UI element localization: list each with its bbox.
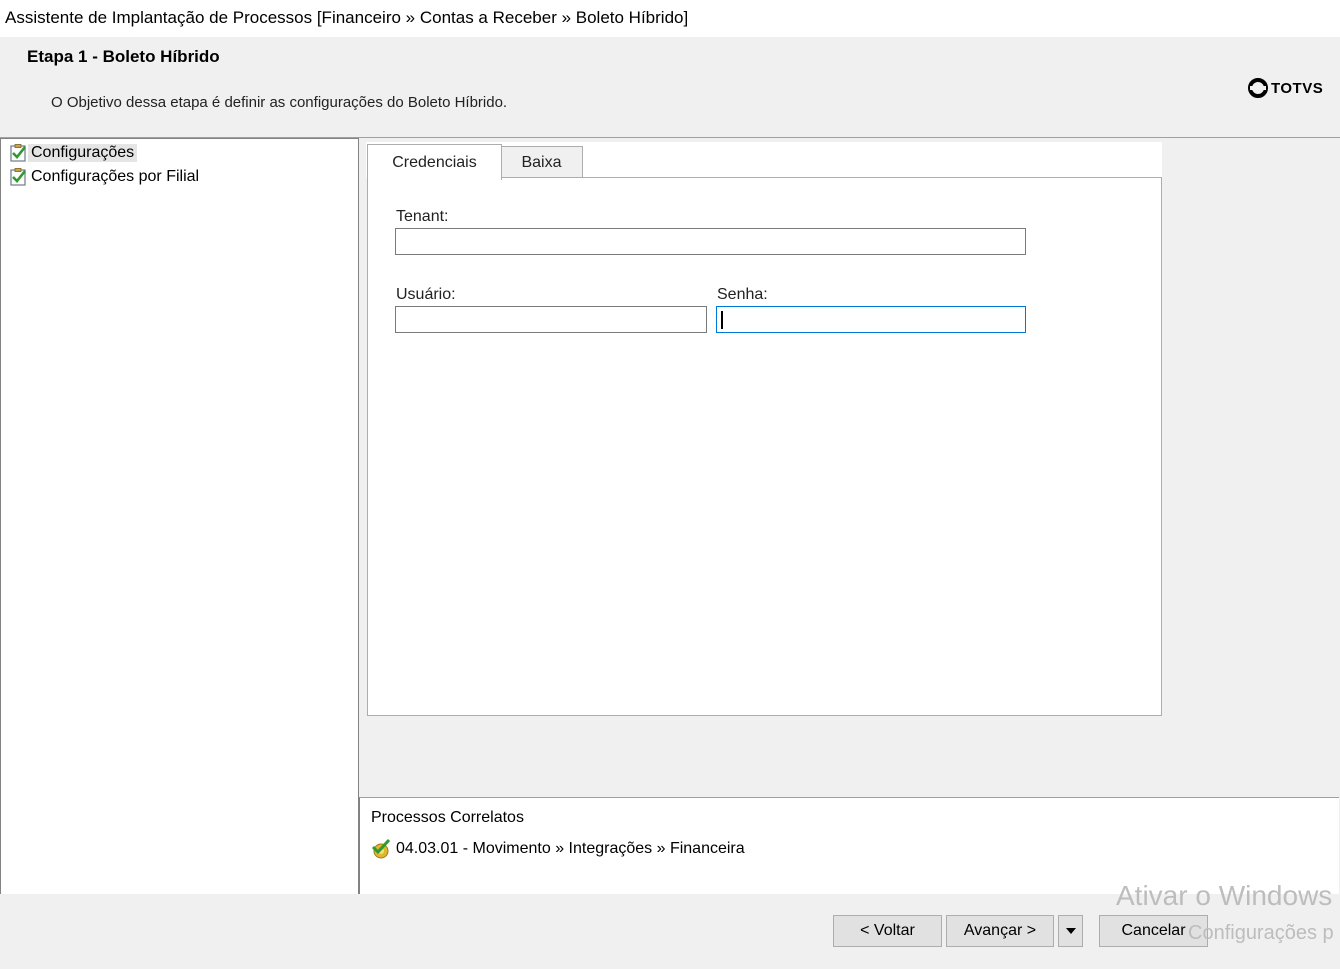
window-title: Assistente de Implantação de Processos [… bbox=[5, 8, 689, 27]
window-titlebar: Assistente de Implantação de Processos [… bbox=[0, 0, 1340, 37]
back-button[interactable]: < Voltar bbox=[833, 915, 942, 947]
tab-baixa[interactable]: Baixa bbox=[500, 146, 583, 179]
next-button[interactable]: Avançar > bbox=[946, 915, 1054, 947]
checked-clipboard-icon bbox=[10, 144, 27, 162]
totvs-logo: TOTVS bbox=[1248, 77, 1323, 99]
windows-activation-subtext: Configurações p bbox=[1188, 922, 1334, 944]
tenant-label: Tenant: bbox=[396, 208, 449, 225]
tree-item-label: Configurações bbox=[28, 144, 138, 162]
tree-item-label: Configurações por Filial bbox=[31, 168, 200, 185]
windows-activation-watermark: Ativar o Windows bbox=[1116, 880, 1333, 911]
wizard-header: Etapa 1 - Boleto Híbrido O Objetivo dess… bbox=[0, 37, 1340, 138]
credenciais-panel: Tenant: Usuário: Senha: bbox=[367, 177, 1162, 716]
triangle-down-icon bbox=[1065, 928, 1076, 934]
checked-clipboard-icon bbox=[10, 168, 27, 186]
usuario-label: Usuário: bbox=[396, 286, 456, 303]
senha-label: Senha: bbox=[717, 286, 768, 303]
step-title: Etapa 1 - Boleto Híbrido bbox=[27, 47, 220, 66]
logo-text: TOTVS bbox=[1271, 79, 1324, 97]
text-caret bbox=[721, 311, 723, 329]
related-process-label: 04.03.01 - Movimento » Integrações » Fin… bbox=[396, 840, 745, 857]
related-process-link[interactable]: 04.03.01 - Movimento » Integrações » Fin… bbox=[370, 838, 745, 860]
related-processes-title: Processos Correlatos bbox=[371, 809, 524, 826]
tree-item-configuracoes-por-filial[interactable]: Configurações por Filial bbox=[8, 167, 202, 187]
tree-item-configuracoes[interactable]: Configurações bbox=[8, 143, 138, 163]
totvs-logo-icon bbox=[1248, 78, 1268, 98]
next-dropdown-button[interactable] bbox=[1058, 915, 1083, 947]
step-description: O Objetivo dessa etapa é definir as conf… bbox=[51, 94, 508, 111]
usuario-input[interactable] bbox=[395, 306, 707, 333]
senha-input[interactable] bbox=[716, 306, 1026, 333]
tab-credenciais[interactable]: Credenciais bbox=[367, 144, 502, 180]
steps-tree[interactable]: Configurações Configurações por Filial bbox=[0, 138, 359, 895]
process-check-icon bbox=[371, 838, 391, 859]
tenant-input[interactable] bbox=[395, 228, 1026, 255]
